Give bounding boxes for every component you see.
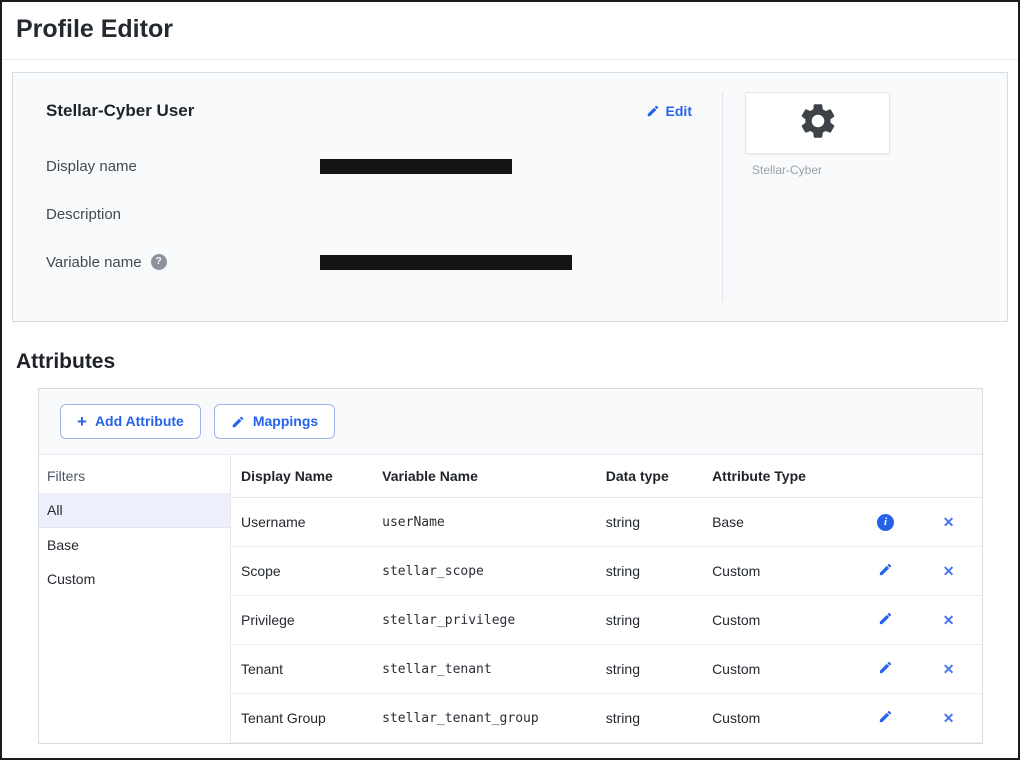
display-name-value-redacted [320,159,512,174]
pencil-icon [878,709,893,727]
attributes-content: Filters All Base Custom Display Name Var… [39,455,982,743]
remove-attribute-button[interactable]: ✕ [941,513,957,531]
attributes-toolbar: + Add Attribute Mappings [39,389,982,455]
col-remove [915,455,982,498]
page-header: Profile Editor [2,2,1018,60]
remove-attribute-button[interactable]: ✕ [941,709,957,727]
mappings-button[interactable]: Mappings [214,404,335,439]
filter-item-base[interactable]: Base [39,528,230,562]
table-header-row: Display Name Variable Name Data type Att… [231,455,982,498]
close-icon: ✕ [943,662,955,676]
info-button[interactable]: i [875,512,896,533]
profile-editor-page: Profile Editor Stellar-Cyber User Edit D… [0,0,1020,760]
close-icon: ✕ [943,613,955,627]
variable-name-value-redacted [320,255,572,270]
profile-logo-section: Stellar-Cyber [723,73,1007,321]
attributes-table: Display Name Variable Name Data type Att… [231,455,982,743]
profile-name: Stellar-Cyber User [46,101,194,121]
table-row: Privilege stellar_privilege string Custo… [231,596,982,645]
description-field: Description [46,205,692,223]
attributes-heading: Attributes [16,350,1018,374]
description-label: Description [46,206,320,223]
pencil-icon [878,562,893,580]
edit-attribute-button[interactable] [876,658,895,680]
remove-attribute-button[interactable]: ✕ [941,660,957,678]
logo-caption: Stellar-Cyber [745,163,1007,177]
add-attribute-button[interactable]: + Add Attribute [60,404,201,439]
pencil-icon [231,415,245,429]
display-name-field: Display name [46,157,692,175]
profile-title-row: Stellar-Cyber User Edit [46,101,692,121]
pencil-icon [878,660,893,678]
filter-item-custom[interactable]: Custom [39,562,230,596]
col-variable-name: Variable Name [372,455,596,498]
filter-item-all[interactable]: All [39,493,230,528]
col-actions [856,455,915,498]
filters-heading: Filters [39,455,230,493]
profile-panel: Stellar-Cyber User Edit Display name Des… [12,72,1008,322]
variable-name-field: Variable name ? [46,253,692,271]
pencil-icon [646,104,660,118]
help-icon[interactable]: ? [151,254,167,270]
remove-attribute-button[interactable]: ✕ [941,562,957,580]
col-display-name: Display Name [231,455,372,498]
variable-name-label: Variable name ? [46,254,320,271]
table-row: Username userName string Base i ✕ [231,498,982,547]
filters-sidebar: Filters All Base Custom [39,455,231,743]
pencil-icon [878,611,893,629]
table-row: Scope stellar_scope string Custom ✕ [231,547,982,596]
remove-attribute-button[interactable]: ✕ [941,611,957,629]
close-icon: ✕ [943,564,955,578]
table-row: Tenant Group stellar_tenant_group string… [231,694,982,743]
col-data-type: Data type [596,455,702,498]
page-title: Profile Editor [16,15,1004,44]
profile-details: Stellar-Cyber User Edit Display name Des… [13,73,722,321]
info-icon: i [877,514,894,531]
edit-attribute-button[interactable] [876,707,895,729]
edit-attribute-button[interactable] [876,560,895,582]
attributes-panel: + Add Attribute Mappings Filters All Bas… [38,388,983,744]
close-icon: ✕ [943,515,955,529]
plus-icon: + [77,415,87,429]
profile-logo-card [745,92,890,154]
edit-label: Edit [666,103,692,119]
display-name-label: Display name [46,158,320,175]
close-icon: ✕ [943,711,955,725]
edit-attribute-button[interactable] [876,609,895,631]
edit-profile-button[interactable]: Edit [646,103,692,119]
col-attribute-type: Attribute Type [702,455,856,498]
table-row: Tenant stellar_tenant string Custom ✕ [231,645,982,694]
gear-icon [797,100,839,147]
